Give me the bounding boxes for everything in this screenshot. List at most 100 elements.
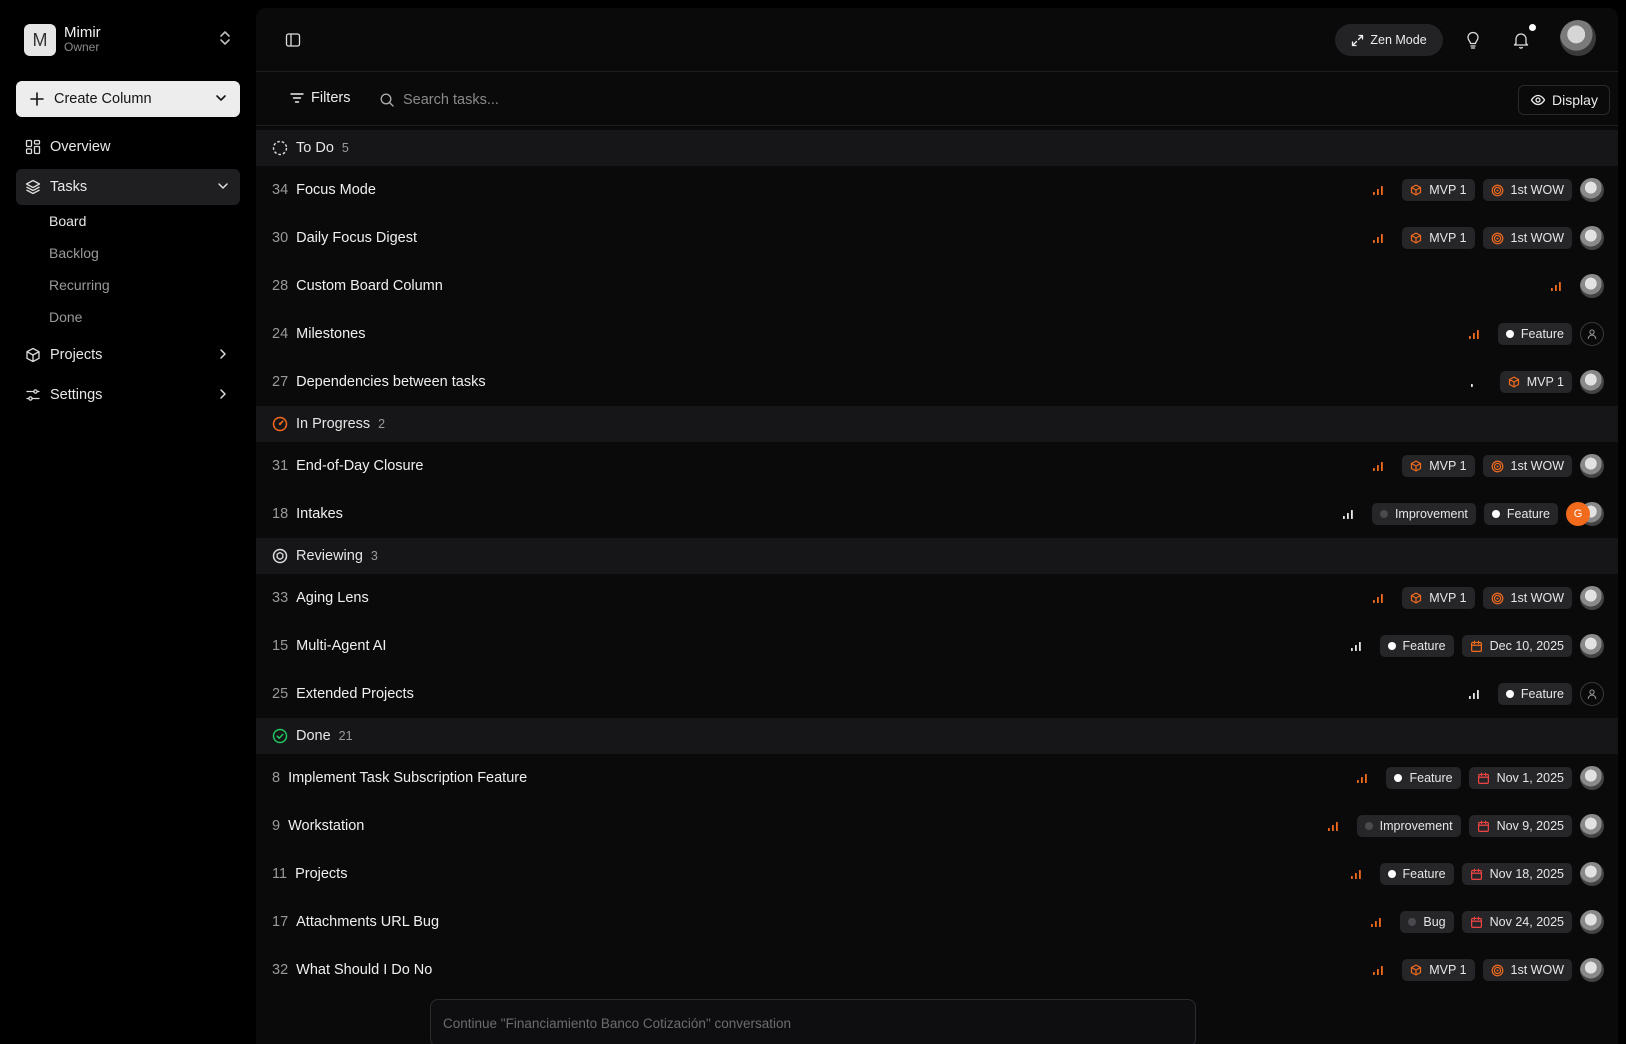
tag-project[interactable]: MVP 1 bbox=[1402, 587, 1475, 609]
priority-bars-icon[interactable] bbox=[1470, 376, 1482, 388]
create-column-button[interactable]: Create Column bbox=[16, 81, 240, 117]
tag-project[interactable]: MVP 1 bbox=[1402, 227, 1475, 249]
sidebar-toggle-icon[interactable] bbox=[285, 32, 301, 48]
task-row[interactable]: 11 Projects Feature Nov 18, 2025 bbox=[256, 850, 1618, 898]
tag-milestone[interactable]: 1st WOW bbox=[1482, 227, 1572, 249]
priority-bars-icon[interactable] bbox=[1372, 460, 1384, 472]
priority-bars-icon[interactable] bbox=[1468, 328, 1480, 340]
tag-milestone[interactable]: 1st WOW bbox=[1482, 455, 1572, 477]
assignee-avatar[interactable] bbox=[1580, 958, 1604, 982]
priority-bars-icon[interactable] bbox=[1356, 772, 1368, 784]
tag-label-gray[interactable]: Improvement bbox=[1356, 815, 1461, 837]
priority-bars-icon[interactable] bbox=[1372, 964, 1384, 976]
zen-mode-button[interactable]: Zen Mode bbox=[1335, 24, 1443, 56]
tag-date-red[interactable]: Nov 9, 2025 bbox=[1468, 815, 1572, 837]
sidebar-item-settings[interactable]: Settings bbox=[16, 377, 240, 413]
priority-bars-icon[interactable] bbox=[1372, 232, 1384, 244]
task-row[interactable]: 33 Aging Lens MVP 1 1st WOW bbox=[256, 574, 1618, 622]
tag-project[interactable]: MVP 1 bbox=[1402, 455, 1475, 477]
tag-label-white[interactable]: Feature bbox=[1379, 863, 1454, 885]
user-avatar[interactable] bbox=[1560, 20, 1596, 56]
display-button[interactable]: Display bbox=[1518, 85, 1610, 115]
tag-milestone[interactable]: 1st WOW bbox=[1482, 587, 1572, 609]
assignee-avatar[interactable] bbox=[1580, 766, 1604, 790]
notifications-bell-icon[interactable] bbox=[1513, 31, 1529, 49]
assignee-avatar[interactable] bbox=[1580, 226, 1604, 250]
assignee-avatar[interactable] bbox=[1580, 862, 1604, 886]
task-row[interactable]: 30 Daily Focus Digest MVP 1 1st WOW bbox=[256, 214, 1618, 262]
assignee-avatar[interactable] bbox=[1580, 814, 1604, 838]
tag-project[interactable]: MVP 1 bbox=[1499, 371, 1572, 393]
priority-bars-icon[interactable] bbox=[1350, 868, 1362, 880]
task-row[interactable]: 17 Attachments URL Bug Bug Nov 24, 2025 bbox=[256, 898, 1618, 946]
tag-project[interactable]: MVP 1 bbox=[1402, 179, 1475, 201]
task-row[interactable]: 32 What Should I Do No MVP 1 1st WOW bbox=[256, 946, 1618, 994]
assignee-avatar[interactable] bbox=[1580, 634, 1604, 658]
task-row[interactable]: 34 Focus Mode MVP 1 1st WOW bbox=[256, 166, 1618, 214]
tag-milestone[interactable]: 1st WOW bbox=[1482, 179, 1572, 201]
tag-label-white[interactable]: Feature bbox=[1497, 323, 1572, 345]
group-header[interactable]: In Progress 2 bbox=[256, 406, 1618, 442]
tag-label-white[interactable]: Feature bbox=[1483, 503, 1558, 525]
priority-bars-icon[interactable] bbox=[1468, 688, 1480, 700]
task-row[interactable]: 15 Multi-Agent AI Feature Dec 10, 2025 bbox=[256, 622, 1618, 670]
tag-label-gray[interactable]: Bug bbox=[1400, 911, 1454, 933]
task-row[interactable]: 9 Workstation Improvement Nov 9, 2025 bbox=[256, 802, 1618, 850]
priority-bars-icon[interactable] bbox=[1550, 280, 1562, 292]
assignee-avatar[interactable] bbox=[1580, 370, 1604, 394]
priority-bars-icon[interactable] bbox=[1350, 640, 1362, 652]
sidebar-subitem-done[interactable]: Done bbox=[49, 309, 82, 325]
priority-bars-icon[interactable] bbox=[1372, 592, 1384, 604]
chevron-up-down-icon bbox=[218, 30, 232, 49]
tag-milestone[interactable]: 1st WOW bbox=[1482, 959, 1572, 981]
task-row[interactable]: 25 Extended Projects Feature bbox=[256, 670, 1618, 718]
lightbulb-icon[interactable] bbox=[1465, 31, 1481, 49]
task-row[interactable]: 31 End-of-Day Closure MVP 1 1st WOW bbox=[256, 442, 1618, 490]
tag-label-white[interactable]: Feature bbox=[1379, 635, 1454, 657]
priority-bars-icon[interactable] bbox=[1327, 820, 1339, 832]
tag-date-orange[interactable]: Dec 10, 2025 bbox=[1461, 635, 1572, 657]
chevron-down-icon[interactable] bbox=[214, 91, 228, 105]
task-row[interactable]: 18 Intakes Improvement Feature G bbox=[256, 490, 1618, 538]
filters-button[interactable]: Filters bbox=[289, 90, 350, 106]
group-header[interactable]: To Do 5 bbox=[256, 130, 1618, 166]
unassigned-icon[interactable] bbox=[1580, 322, 1604, 346]
sidebar-subitem-backlog[interactable]: Backlog bbox=[49, 245, 99, 261]
tag-date-red[interactable]: Nov 24, 2025 bbox=[1461, 911, 1572, 933]
sidebar-item-tasks[interactable]: Tasks bbox=[16, 169, 240, 205]
tag-project[interactable]: MVP 1 bbox=[1402, 959, 1475, 981]
tag-date-red[interactable]: Nov 18, 2025 bbox=[1461, 863, 1572, 885]
priority-bars-icon[interactable] bbox=[1372, 184, 1384, 196]
sidebar-item-overview[interactable]: Overview bbox=[16, 129, 240, 165]
priority-bars-icon[interactable] bbox=[1342, 508, 1354, 520]
assignee-avatar[interactable] bbox=[1580, 454, 1604, 478]
group-header[interactable]: Reviewing 3 bbox=[256, 538, 1618, 574]
task-row[interactable]: 27 Dependencies between tasks MVP 1 bbox=[256, 358, 1618, 406]
group-header[interactable]: Done 21 bbox=[256, 718, 1618, 754]
workspace-switcher[interactable]: M Mimir Owner bbox=[16, 16, 240, 64]
cube-icon bbox=[1410, 184, 1422, 196]
tag-date-red[interactable]: Nov 1, 2025 bbox=[1468, 767, 1572, 789]
sidebar-item-projects[interactable]: Projects bbox=[16, 337, 240, 373]
tag-label-gray[interactable]: Improvement bbox=[1371, 503, 1476, 525]
task-meta: Feature bbox=[1468, 682, 1604, 706]
task-row[interactable]: 8 Implement Task Subscription Feature Feat… bbox=[256, 754, 1618, 802]
assignee-stack[interactable]: G bbox=[1566, 502, 1604, 526]
assignee-avatar[interactable] bbox=[1580, 274, 1604, 298]
assignee-avatar[interactable] bbox=[1580, 586, 1604, 610]
tag-label-white[interactable]: Feature bbox=[1386, 767, 1461, 789]
task-row[interactable]: 24 Milestones Feature bbox=[256, 310, 1618, 358]
task-row[interactable]: 28 Custom Board Column bbox=[256, 262, 1618, 310]
continue-conversation-input[interactable]: Continue "Financiamiento Banco Cotizació… bbox=[430, 999, 1196, 1044]
sidebar-subitem-board[interactable]: Board bbox=[49, 213, 86, 229]
priority-bars-icon[interactable] bbox=[1370, 916, 1382, 928]
task-title: Dependencies between tasks bbox=[296, 374, 486, 390]
unassigned-icon[interactable] bbox=[1580, 682, 1604, 706]
notification-badge bbox=[1529, 24, 1536, 31]
assignee-avatar[interactable] bbox=[1580, 178, 1604, 202]
task-title: Aging Lens bbox=[296, 590, 369, 606]
assignee-avatar[interactable] bbox=[1580, 910, 1604, 934]
search-input[interactable] bbox=[403, 92, 763, 108]
sidebar-subitem-recurring[interactable]: Recurring bbox=[49, 277, 110, 293]
tag-label-white[interactable]: Feature bbox=[1497, 683, 1572, 705]
